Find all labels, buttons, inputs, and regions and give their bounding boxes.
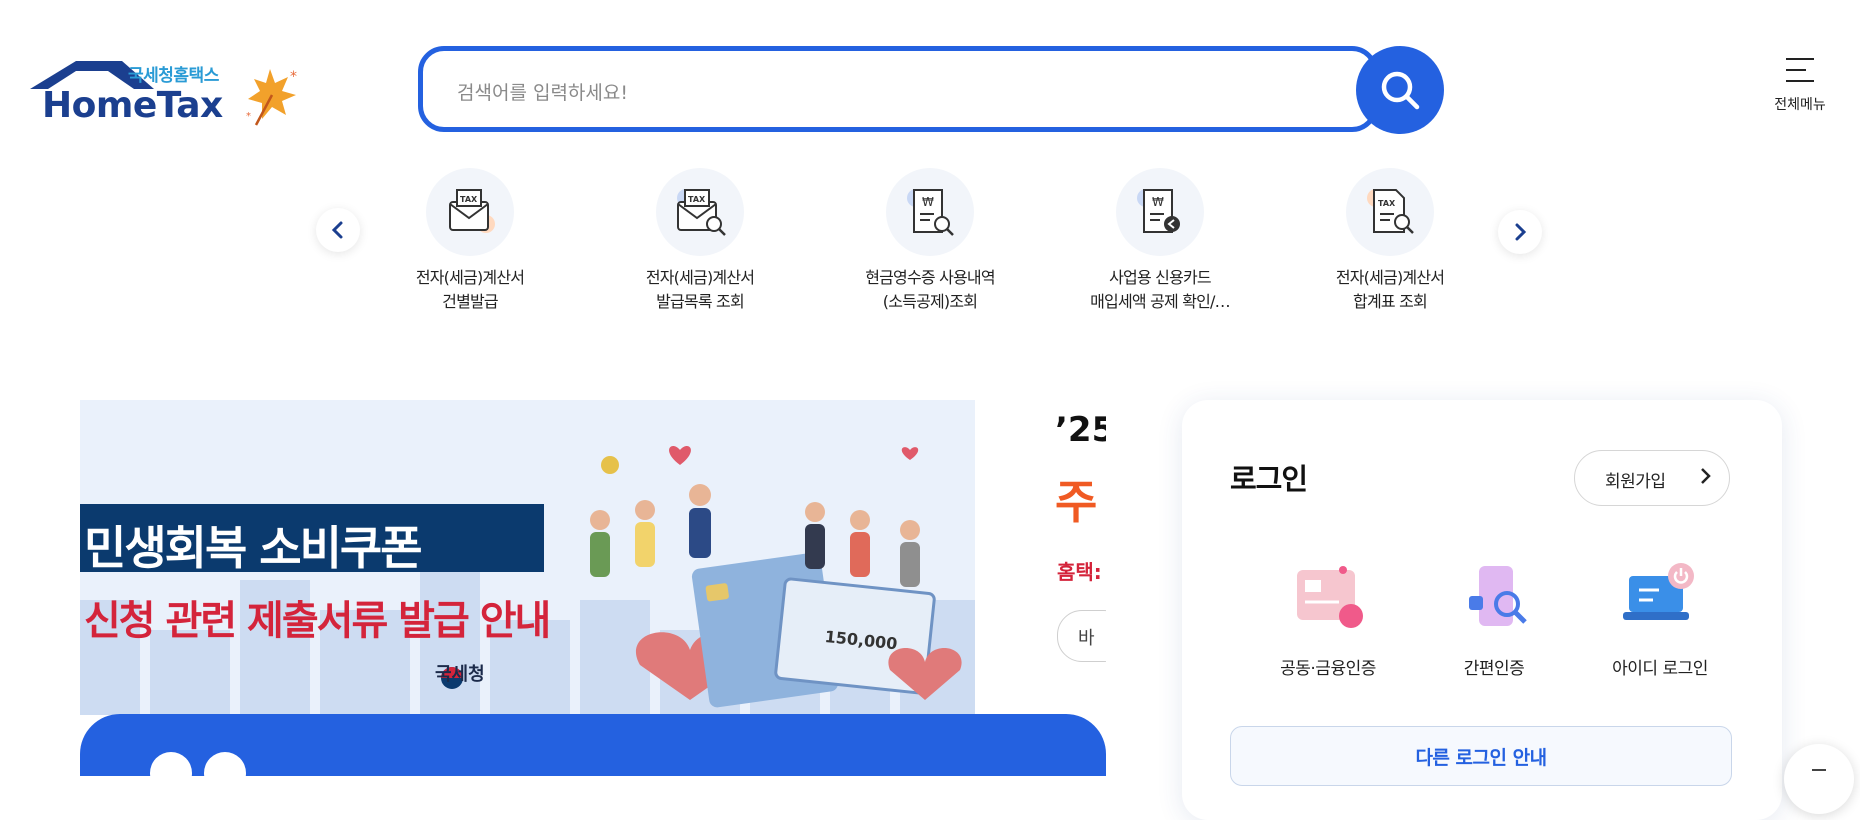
- main-banner[interactable]: 150,000 민생회복 소비쿠폰 신청 관련 제출서류 발급 안내 국세청 ’…: [80, 400, 1106, 776]
- minus-icon: [1812, 769, 1826, 771]
- full-menu-label: 전체메뉴: [1774, 97, 1826, 113]
- tax-envelope-search-icon: TAX: [677, 189, 726, 236]
- quick-menu-label: 현금영수증 사용내역 (소득공제)조회: [865, 268, 995, 311]
- quick-menu-next-button[interactable]: [1498, 210, 1542, 254]
- chevron-right-icon: [1701, 468, 1711, 484]
- chevron-right-icon: [1515, 223, 1527, 241]
- login-option-label: 공동·금융인증: [1280, 659, 1376, 679]
- search-button[interactable]: [1356, 46, 1444, 134]
- svg-text:TAX: TAX: [688, 195, 706, 204]
- banner-next-slide-preview[interactable]: ’25 주 홈택: 바: [1055, 400, 1106, 720]
- search-input[interactable]: [455, 75, 1319, 111]
- login-option-simple-auth[interactable]: 간편인증: [1414, 560, 1574, 679]
- logo-small-text: 국세청홈택스: [128, 66, 219, 86]
- login-card: 로그인 회원가입 공동·금융인증 간편인증 아이디 로그인 다른 로그인 안내: [1182, 400, 1782, 820]
- quick-menu-prev-button[interactable]: [316, 208, 360, 252]
- login-option-certificate[interactable]: 공동·금융인증: [1248, 560, 1408, 679]
- svg-text:TAX: TAX: [460, 195, 478, 204]
- receipt-return-icon: ₩: [1137, 189, 1180, 233]
- svg-text:*: *: [246, 111, 251, 122]
- search-icon: [1381, 71, 1420, 110]
- svg-text:₩: ₩: [922, 195, 934, 209]
- login-option-label: 아이디 로그인: [1612, 659, 1708, 679]
- simple-auth-icon: [1469, 566, 1527, 626]
- quick-menu-label: 전자(세금)계산서 건별발급: [415, 268, 525, 311]
- search-box: [418, 46, 1378, 132]
- quick-menu-item[interactable]: ₩ 현금영수증 사용내역 (소득공제)조회: [830, 168, 1030, 314]
- login-option-id[interactable]: 아이디 로그인: [1580, 560, 1740, 679]
- banner-subtitle: 신청 관련 제출서류 발급 안내: [84, 598, 551, 644]
- svg-text:TAX: TAX: [1378, 199, 1396, 208]
- svg-text:₩: ₩: [1152, 195, 1164, 209]
- signup-button[interactable]: 회원가입: [1574, 450, 1730, 506]
- other-login-label: 다른 로그인 안내: [1415, 747, 1547, 769]
- floating-collapse-button[interactable]: [1784, 744, 1854, 814]
- svg-text:*: *: [290, 69, 297, 85]
- maple-leaf-icon: * *: [246, 69, 297, 126]
- next-slide-year: ’25: [1055, 410, 1106, 450]
- chevron-left-icon: [331, 221, 343, 239]
- tax-envelope-icon: TAX: [449, 189, 495, 233]
- banner-art: 150,000 민생회복 소비쿠폰 신청 관련 제출서류 발급 안내 국세청: [80, 400, 975, 715]
- login-option-label: 간편인증: [1463, 659, 1525, 679]
- quick-menu-item[interactable]: TAX 전자(세금)계산서 합계표 조회: [1290, 168, 1490, 314]
- id-login-icon: [1623, 563, 1694, 620]
- tax-document-search-icon: TAX: [1367, 189, 1414, 234]
- next-slide-heading: 주: [1055, 475, 1098, 529]
- certificate-icon: [1297, 566, 1363, 628]
- quick-menu-label: 사업용 신용카드 매입세액 공제 확인/…: [1090, 268, 1231, 311]
- hometax-logo[interactable]: 국세청홈택스 HomeTax * *: [30, 55, 300, 127]
- receipt-search-icon: ₩: [907, 189, 954, 236]
- logo-big-text: HomeTax: [42, 85, 223, 126]
- quick-menu-item[interactable]: TAX 전자(세금)계산서 건별발급: [370, 168, 570, 314]
- next-slide-subtext: 홈택:: [1057, 560, 1102, 584]
- banner-title: 민생회복 소비쿠폰: [84, 521, 423, 575]
- quick-menu-label: 전자(세금)계산서 발급목록 조회: [645, 268, 755, 311]
- hamburger-icon: [1786, 58, 1814, 82]
- quick-menu-item[interactable]: TAX 전자(세금)계산서 발급목록 조회: [600, 168, 800, 314]
- other-login-guide-button[interactable]: 다른 로그인 안내: [1230, 726, 1732, 786]
- login-title: 로그인: [1230, 462, 1308, 496]
- quick-menu-item[interactable]: ₩ 사업용 신용카드 매입세액 공제 확인/…: [1060, 168, 1260, 314]
- full-menu-button[interactable]: 전체메뉴: [1762, 56, 1838, 126]
- next-slide-button[interactable]: 바: [1057, 610, 1106, 662]
- banner-agency: 국세청: [435, 664, 485, 685]
- quick-menu-label: 전자(세금)계산서 합계표 조회: [1335, 268, 1445, 311]
- signup-label: 회원가입: [1605, 472, 1666, 492]
